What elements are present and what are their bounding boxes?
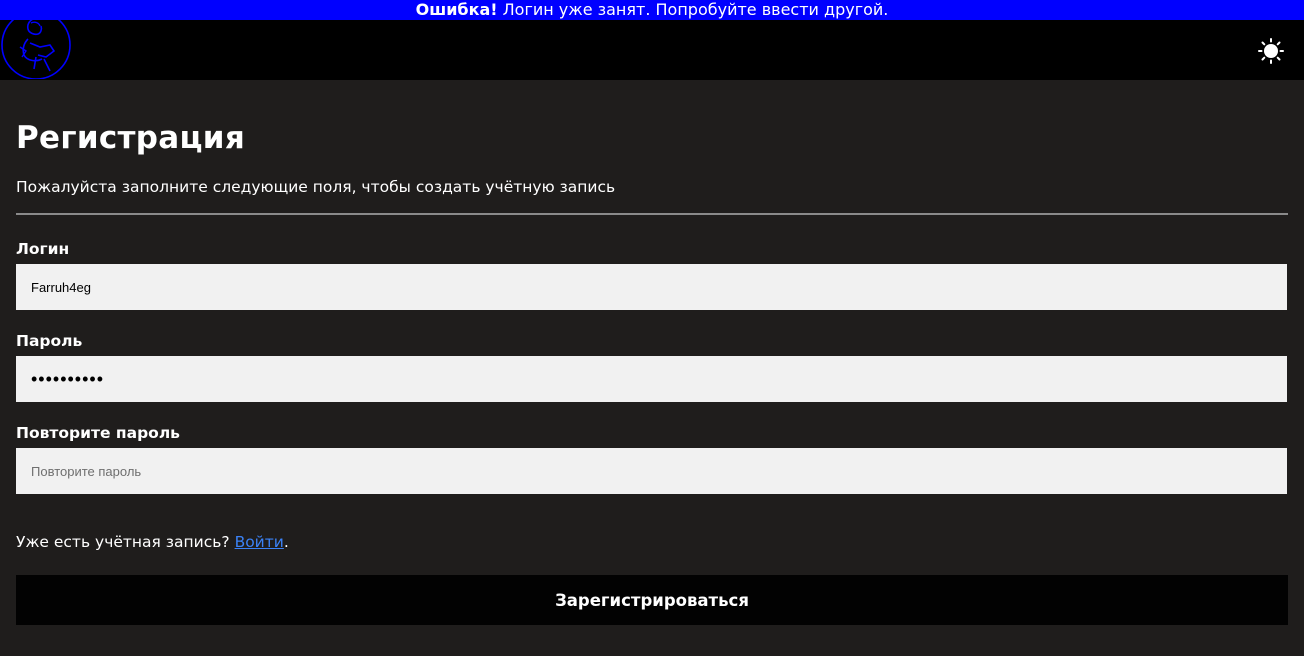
register-button[interactable]: Зарегистрироваться bbox=[16, 575, 1288, 625]
sun-icon[interactable] bbox=[1258, 38, 1284, 64]
divider bbox=[16, 213, 1288, 215]
repeat-password-label: Повторите пароль bbox=[16, 424, 180, 442]
login-label: Логин bbox=[16, 240, 70, 258]
have-account-line: Уже есть учётная запись? Войти. bbox=[16, 532, 289, 552]
site-header bbox=[0, 17, 1304, 80]
period: . bbox=[283, 533, 289, 551]
have-account-text: Уже есть учётная запись? bbox=[16, 533, 235, 551]
alert-title: Ошибка! bbox=[415, 0, 498, 19]
password-label: Пароль bbox=[16, 332, 83, 350]
alert-message: Логин уже занят. Попробуйте ввести друго… bbox=[497, 0, 889, 19]
form-subtitle: Пожалуйста заполните следующие поля, что… bbox=[16, 178, 616, 196]
password-input[interactable] bbox=[16, 356, 1287, 402]
error-alert: Ошибка! Логин уже занят. Попробуйте ввес… bbox=[0, 0, 1304, 20]
repeat-password-input[interactable] bbox=[16, 448, 1287, 494]
login-link[interactable]: Войти bbox=[235, 533, 284, 551]
login-input[interactable] bbox=[16, 264, 1287, 310]
logo-figure-icon[interactable] bbox=[0, 17, 74, 79]
page-title: Регистрация bbox=[16, 120, 246, 156]
